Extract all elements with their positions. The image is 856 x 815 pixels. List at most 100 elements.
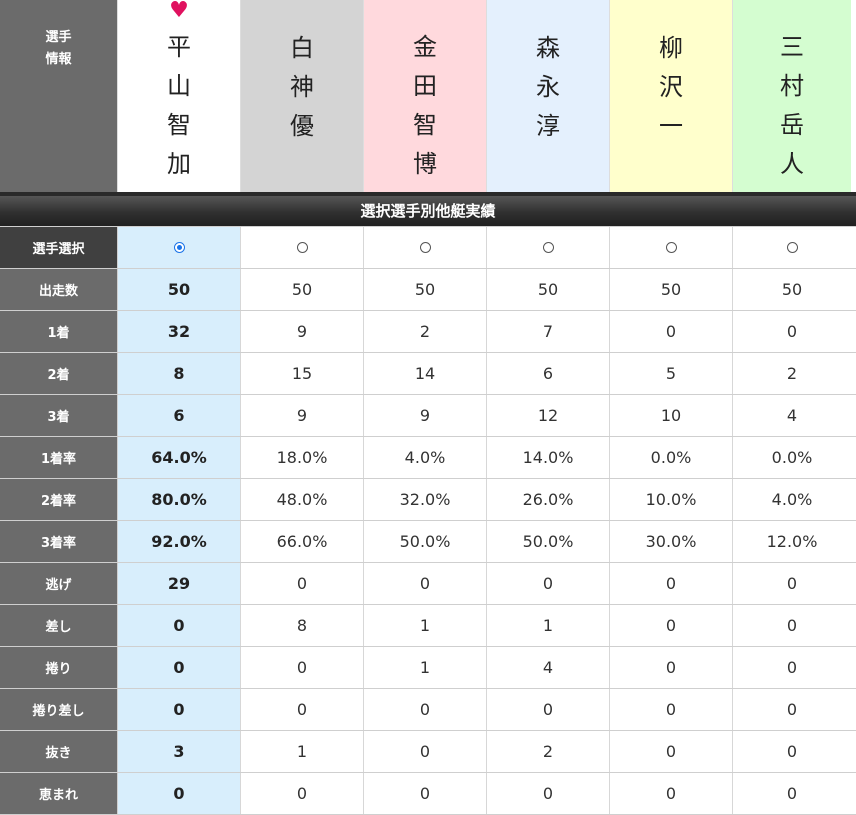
- section-title: 選択選手別他艇実績: [0, 196, 856, 226]
- stat-value: 0: [118, 773, 241, 814]
- stat-row: 捲り差し 0 0 0 0 0 0: [0, 689, 856, 731]
- player-select-radio[interactable]: [786, 242, 798, 253]
- stat-value: 66.0%: [241, 521, 364, 562]
- stat-value: 12.0%: [766, 532, 818, 551]
- stat-value: 0: [610, 647, 733, 688]
- stat-value: 0: [364, 773, 487, 814]
- player-select-radio[interactable]: [665, 242, 677, 253]
- stat-value: 0: [118, 605, 241, 646]
- stat-value: 0: [241, 647, 364, 688]
- stat-value: 32.0%: [364, 479, 487, 520]
- player-select-radio[interactable]: [173, 242, 185, 253]
- stat-value: 50.0%: [487, 521, 610, 562]
- stat-value: 0: [241, 689, 364, 730]
- stat-value: 0: [118, 689, 241, 730]
- stat-value: 5: [610, 353, 733, 394]
- stat-value: 0: [610, 773, 733, 814]
- stat-value: 50.0%: [364, 521, 487, 562]
- stat-label: 3着: [0, 395, 118, 436]
- stat-value: 8: [241, 605, 364, 646]
- player-select-row: 選手選択: [0, 227, 856, 269]
- player-column-header[interactable]: 森永淳: [487, 0, 610, 192]
- player-column-header[interactable]: 三村岳人: [733, 0, 851, 192]
- stat-value: 2: [364, 311, 487, 352]
- stat-value: 50: [781, 280, 803, 299]
- stat-row: 3着 6 9 9 12 10 4: [0, 395, 856, 437]
- stat-label: 3着率: [0, 521, 118, 562]
- stat-value: 9: [241, 395, 364, 436]
- player-select-cell[interactable]: [610, 227, 733, 268]
- stat-value: 18.0%: [241, 437, 364, 478]
- stat-row: 1着 32 9 2 7 0 0: [0, 311, 856, 353]
- player-column-header[interactable]: ♥ 平山智加: [118, 0, 241, 192]
- player-select-cell[interactable]: [364, 227, 487, 268]
- player-column-header[interactable]: 金田智博: [364, 0, 487, 192]
- player-column-header[interactable]: 柳沢一: [610, 0, 733, 192]
- stat-value: 9: [364, 395, 487, 436]
- stat-value: 50: [364, 269, 487, 310]
- stat-value: 29: [118, 563, 241, 604]
- stat-value: 0: [487, 563, 610, 604]
- stat-value: 26.0%: [487, 479, 610, 520]
- stat-value: 0: [786, 784, 798, 803]
- stat-value: 0: [610, 605, 733, 646]
- stat-value: 4: [786, 406, 798, 425]
- stat-value: 2: [487, 731, 610, 772]
- stat-label: 1着: [0, 311, 118, 352]
- player-info-label: 選手 情報: [0, 0, 118, 192]
- stat-value: 3: [118, 731, 241, 772]
- stat-row: 3着率 92.0% 66.0% 50.0% 50.0% 30.0% 12.0%: [0, 521, 856, 563]
- player-header-row: 選手 情報 ♥ 平山智加 白神優 金田智博 森永淳 柳沢一 三村岳人: [0, 0, 856, 192]
- stat-value: 1: [241, 731, 364, 772]
- player-name[interactable]: 金田智博: [413, 28, 437, 184]
- stat-value: 0: [610, 311, 733, 352]
- stat-value: 0: [786, 742, 798, 761]
- stat-row: 1着率 64.0% 18.0% 4.0% 14.0% 0.0% 0.0%: [0, 437, 856, 479]
- stat-value: 32: [118, 311, 241, 352]
- stat-label: 恵まれ: [0, 773, 118, 814]
- stat-row: 2着率 80.0% 48.0% 32.0% 26.0% 10.0% 4.0%: [0, 479, 856, 521]
- stat-value: 6: [118, 395, 241, 436]
- stat-value: 92.0%: [118, 521, 241, 562]
- player-select-radio[interactable]: [296, 242, 308, 253]
- stat-value: 64.0%: [118, 437, 241, 478]
- stat-value: 12: [487, 395, 610, 436]
- stat-row: 恵まれ 0 0 0 0 0 0: [0, 773, 856, 815]
- stat-value: 30.0%: [610, 521, 733, 562]
- player-column-header[interactable]: 白神優: [241, 0, 364, 192]
- stat-value: 14: [364, 353, 487, 394]
- stat-row: 差し 0 8 1 1 0 0: [0, 605, 856, 647]
- stat-row: 2着 8 15 14 6 5 2: [0, 353, 856, 395]
- stat-value: 50: [487, 269, 610, 310]
- stat-label: 2着: [0, 353, 118, 394]
- stat-label: 出走数: [0, 269, 118, 310]
- player-select-cell[interactable]: [733, 227, 851, 268]
- player-name[interactable]: 三村岳人: [780, 28, 804, 184]
- stat-value: 0: [487, 689, 610, 730]
- stat-row: 逃げ 29 0 0 0 0 0: [0, 563, 856, 605]
- player-name[interactable]: 平山智加: [167, 28, 191, 184]
- stat-value: 0: [786, 616, 798, 635]
- stat-value: 4.0%: [364, 437, 487, 478]
- stat-value: 14.0%: [487, 437, 610, 478]
- player-select-radio[interactable]: [419, 242, 431, 253]
- stat-value: 1: [364, 605, 487, 646]
- player-select-cell[interactable]: [487, 227, 610, 268]
- stat-value: 0: [610, 563, 733, 604]
- player-select-cell[interactable]: [118, 227, 241, 268]
- stat-value: 0: [786, 574, 798, 593]
- stat-label: 2着率: [0, 479, 118, 520]
- player-select-radio[interactable]: [542, 242, 554, 253]
- stat-value: 0: [487, 773, 610, 814]
- stat-value: 1: [364, 647, 487, 688]
- player-info-label-line2: 情報: [45, 52, 72, 67]
- stat-value: 0.0%: [771, 448, 813, 467]
- player-select-cell[interactable]: [241, 227, 364, 268]
- player-name[interactable]: 柳沢一: [659, 29, 683, 146]
- stat-row: 出走数 50 50 50 50 50 50: [0, 269, 856, 311]
- player-select-label: 選手選択: [0, 227, 118, 268]
- player-name[interactable]: 森永淳: [536, 29, 560, 146]
- stat-value: 0: [241, 563, 364, 604]
- stat-value: 48.0%: [241, 479, 364, 520]
- player-name[interactable]: 白神優: [290, 29, 314, 146]
